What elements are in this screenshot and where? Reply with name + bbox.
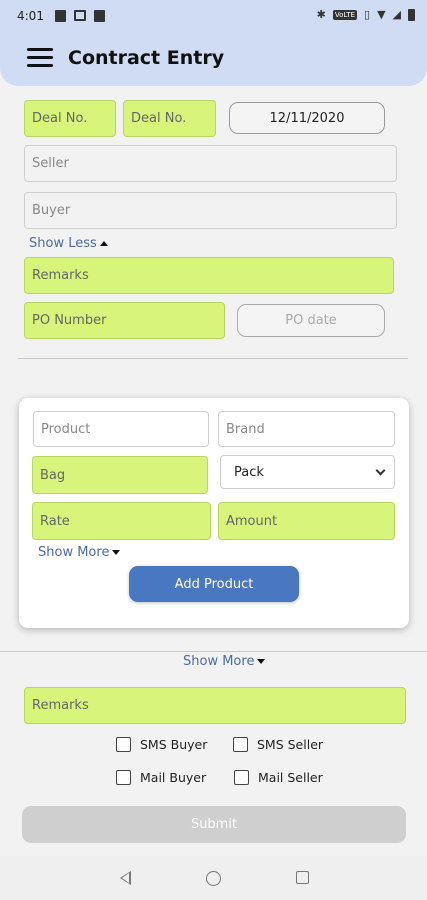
hamburger-menu-icon[interactable] — [27, 47, 55, 69]
caret-down-icon — [112, 550, 121, 555]
volte-icon: VoLTE — [332, 10, 357, 20]
checkbox-box[interactable] — [116, 737, 131, 752]
deal-no-input-1[interactable]: Deal No. — [24, 100, 116, 137]
signal-icon: ◢ — [392, 8, 401, 21]
bluetooth-icon: ✱ — [316, 8, 326, 21]
footer-divider — [0, 651, 427, 652]
footer-show-more-label: Show More — [183, 654, 255, 669]
buyer-input[interactable]: Buyer — [24, 192, 397, 229]
footer-show-more-toggle[interactable]: Show More — [183, 654, 266, 669]
seller-input[interactable]: Seller — [24, 145, 397, 182]
sms-seller-label: SMS Seller — [257, 737, 324, 752]
system-icons: ✱ VoLTE ▯ ▼ ◢ — [317, 9, 415, 21]
mail-seller-checkbox[interactable]: Mail Seller — [234, 770, 323, 785]
section-divider — [18, 358, 408, 359]
home-icon[interactable] — [206, 871, 221, 886]
product-show-more-toggle[interactable]: Show More — [38, 545, 121, 560]
mail-buyer-label: Mail Buyer — [140, 770, 207, 785]
vibrate-icon: ▯ — [364, 8, 371, 21]
po-number-input[interactable]: PO Number — [24, 302, 225, 339]
mail-buyer-checkbox[interactable]: Mail Buyer — [116, 770, 206, 785]
remarks-input-bottom[interactable]: Remarks — [24, 687, 406, 724]
system-nav-bar — [0, 856, 427, 900]
amount-input[interactable]: Amount — [218, 502, 395, 540]
mail-seller-label: Mail Seller — [258, 770, 323, 785]
battery-icon — [408, 9, 415, 21]
rate-input[interactable]: Rate — [32, 502, 211, 540]
sms-seller-checkbox[interactable]: SMS Seller — [233, 737, 323, 752]
product-input[interactable]: Product — [33, 411, 209, 447]
caret-up-icon — [99, 241, 108, 246]
checkbox-box[interactable] — [233, 737, 248, 752]
show-more-label: Show More — [38, 545, 110, 560]
sms-buyer-checkbox[interactable]: SMS Buyer — [116, 737, 207, 752]
back-icon[interactable] — [120, 871, 131, 885]
page-title: Contract Entry — [68, 47, 225, 69]
brand-input[interactable]: Brand — [218, 411, 395, 447]
app-bar: 4:01 ✱ VoLTE ▯ ▼ ◢ Contract Entry — [0, 0, 427, 86]
laptop-icon — [74, 10, 86, 21]
recent-apps-icon[interactable] — [296, 871, 309, 884]
status-time: 4:01 — [17, 9, 44, 23]
po-date-picker[interactable]: PO date — [237, 304, 385, 337]
show-less-label: Show Less — [29, 236, 97, 251]
product-card: Product Brand Bag Pack Rate Amount Show … — [19, 398, 409, 628]
pack-select[interactable]: Pack — [220, 455, 395, 489]
caret-down-icon — [257, 659, 266, 664]
checkbox-box[interactable] — [234, 770, 249, 785]
deal-no-input-2[interactable]: Deal No. — [123, 100, 216, 137]
sim-icon — [55, 10, 66, 22]
date-picker[interactable]: 12/11/2020 — [229, 102, 385, 134]
pack-select-value: Pack — [234, 464, 264, 480]
status-bar: 4:01 ✱ VoLTE ▯ ▼ ◢ — [0, 0, 427, 34]
notification-icons — [55, 10, 105, 22]
image-icon — [94, 10, 105, 22]
add-product-button[interactable]: Add Product — [129, 566, 299, 602]
submit-button[interactable]: Submit — [22, 806, 406, 843]
bag-input[interactable]: Bag — [32, 456, 208, 494]
sms-buyer-label: SMS Buyer — [140, 737, 208, 752]
checkbox-box[interactable] — [116, 770, 131, 785]
chevron-down-icon — [375, 465, 386, 475]
remarks-input-top[interactable]: Remarks — [24, 257, 394, 294]
show-less-toggle[interactable]: Show Less — [29, 236, 108, 251]
wifi-icon: ▼ — [377, 8, 386, 21]
